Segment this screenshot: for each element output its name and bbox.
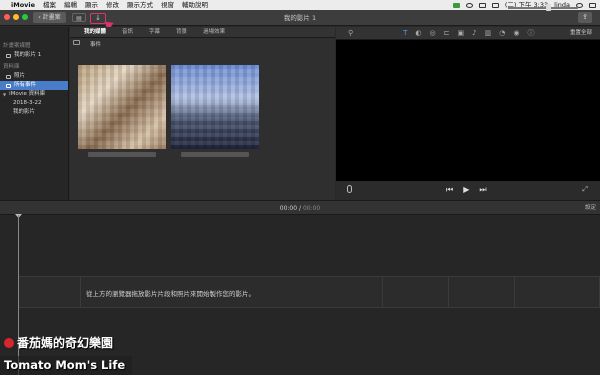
media-browser: 事件: [70, 38, 335, 200]
info-icon[interactable]: ⓘ: [527, 27, 534, 40]
sidebar-item-library[interactable]: ▼ iMovie 資料庫: [0, 90, 68, 99]
tab-titles[interactable]: 字幕: [141, 27, 168, 38]
title-tool-icon[interactable]: T: [403, 27, 407, 40]
media-clip-2[interactable]: [171, 65, 259, 149]
disclosure-triangle-icon[interactable]: ▼: [3, 90, 6, 99]
film-icon: [6, 53, 11, 58]
maximize-window-icon[interactable]: [22, 14, 28, 20]
menu-file[interactable]: 檔案: [43, 0, 56, 10]
library-sidebar: 計畫案媒體 我的影片 1 資料庫 照片 所有事件 ▼ iMovie 資料庫 20…: [0, 27, 69, 200]
watermark-cn: 番茄媽的奇幻樂園: [4, 334, 113, 351]
events-icon: [6, 83, 11, 88]
skip-back-icon[interactable]: ⏮: [446, 184, 453, 196]
clip-1-caption: [88, 152, 156, 157]
track-divider: [448, 276, 449, 308]
total-time: 00:00: [302, 205, 321, 212]
tab-transitions[interactable]: 過場效果: [195, 27, 233, 38]
timeline-zoom-slider[interactable]: [508, 7, 578, 9]
sidebar-item-all-events[interactable]: 所有事件: [0, 81, 68, 90]
menu-list-icon[interactable]: [589, 2, 596, 8]
watermark-en: Tomato Mom's Life: [0, 356, 132, 375]
playhead[interactable]: [18, 215, 19, 375]
volume-icon[interactable]: ♪: [472, 27, 476, 40]
color-balance-icon[interactable]: ◐: [415, 27, 421, 40]
fullscreen-icon[interactable]: ⤢: [582, 185, 588, 194]
timeline-settings-button[interactable]: 設定: [585, 203, 596, 214]
timecode: 00:00 / 00:00: [0, 203, 600, 214]
share-button[interactable]: ⇪: [578, 12, 592, 23]
menu-mark[interactable]: 顯示: [85, 0, 98, 10]
skip-forward-icon[interactable]: ⏭: [479, 184, 486, 196]
clip-2-caption: [181, 152, 249, 157]
color-correction-icon[interactable]: ◎: [430, 27, 436, 40]
track-divider: [382, 276, 383, 308]
window-controls: [4, 14, 28, 20]
voiceover-mic-icon[interactable]: [347, 185, 352, 193]
stabilization-icon[interactable]: ▣: [458, 27, 465, 40]
back-to-projects-button[interactable]: ‹ 計畫案: [33, 12, 66, 23]
sidebar-item-event-date[interactable]: 2018-3-22: [0, 99, 68, 108]
time-separator: /: [298, 205, 302, 212]
line-icon[interactable]: [452, 2, 460, 8]
event-header: 事件: [70, 38, 335, 48]
viewer-controls: ⏮ ▶ ⏭ ⤢: [336, 181, 600, 200]
sidebar-item-event-movie[interactable]: 我的影片: [0, 108, 68, 117]
photos-icon: [6, 74, 11, 79]
current-time: 00:00: [279, 205, 298, 212]
menu-edit[interactable]: 編輯: [64, 0, 77, 10]
menu-view[interactable]: 顯示方式: [127, 0, 153, 10]
close-window-icon[interactable]: [4, 14, 10, 20]
browser-tabs: 我的媒體 音訊 字幕 背景 過場效果: [70, 27, 335, 38]
playback-controls: ⏮ ▶ ⏭: [446, 184, 487, 196]
tab-my-media[interactable]: 我的媒體: [76, 27, 114, 38]
timeline-drop-hint: 從上方的瀏覽器拖放影片片段和照片來開始製作您的影片。: [86, 290, 255, 298]
event-label: 事件: [90, 42, 102, 48]
sidebar-toggle-icon[interactable]: [73, 40, 80, 45]
noise-reduction-icon[interactable]: ▥: [485, 27, 492, 40]
section-libraries: 資料庫: [3, 64, 20, 70]
tab-backgrounds[interactable]: 背景: [168, 27, 195, 38]
tab-audio[interactable]: 音訊: [114, 27, 141, 38]
battery-icon[interactable]: [491, 2, 499, 8]
reset-all-button[interactable]: 重置全部: [570, 27, 592, 40]
magic-wand-icon[interactable]: ⚲: [348, 27, 353, 40]
window-toolbar: ‹ 計畫案 ▤ ↓ 我的影片 1 ⇪: [0, 10, 600, 26]
sidebar-item-photos[interactable]: 照片: [0, 72, 68, 81]
menu-modify[interactable]: 修改: [106, 0, 119, 10]
media-view-toggle-icon[interactable]: ▤: [72, 13, 86, 22]
sync-icon[interactable]: [465, 2, 473, 8]
media-clip-1[interactable]: [78, 65, 166, 149]
track-divider: [514, 276, 515, 308]
photos-label: 照片: [14, 73, 26, 79]
library-label: iMovie 資料庫: [9, 91, 46, 97]
menu-help[interactable]: 輔助說明: [182, 0, 208, 10]
watermark-cn-text: 番茄媽的奇幻樂園: [17, 336, 114, 350]
menu-app[interactable]: iMovie: [11, 0, 35, 10]
crop-icon[interactable]: ⊏: [444, 27, 450, 40]
play-icon[interactable]: ▶: [463, 184, 469, 196]
filter-icon[interactable]: ◉: [513, 27, 519, 40]
menu-window[interactable]: 視窗: [161, 0, 174, 10]
all-events-label: 所有事件: [14, 82, 37, 88]
imovie-screen: iMovie 檔案 編輯 顯示 修改 顯示方式 視窗 輔助說明 (二) 下午 3…: [0, 0, 600, 375]
speed-icon[interactable]: ◔: [499, 27, 505, 40]
video-viewer[interactable]: [336, 40, 600, 181]
minimize-window-icon[interactable]: [13, 14, 19, 20]
tomato-icon: [4, 337, 14, 348]
project-label: 我的影片 1: [14, 52, 42, 58]
timeline-header: 00:00 / 00:00 設定: [0, 200, 600, 215]
viewer-toolbar: ⚲ T ◐ ◎ ⊏ ▣ ♪ ▥ ◔ ◉ ⓘ 重置全部: [336, 27, 600, 40]
section-project-media: 計畫案媒體: [3, 43, 31, 49]
zoom-slider-knob[interactable]: [546, 4, 551, 11]
track-divider: [80, 276, 81, 308]
sidebar-item-project[interactable]: 我的影片 1: [0, 51, 68, 60]
wifi-icon[interactable]: [478, 2, 486, 8]
